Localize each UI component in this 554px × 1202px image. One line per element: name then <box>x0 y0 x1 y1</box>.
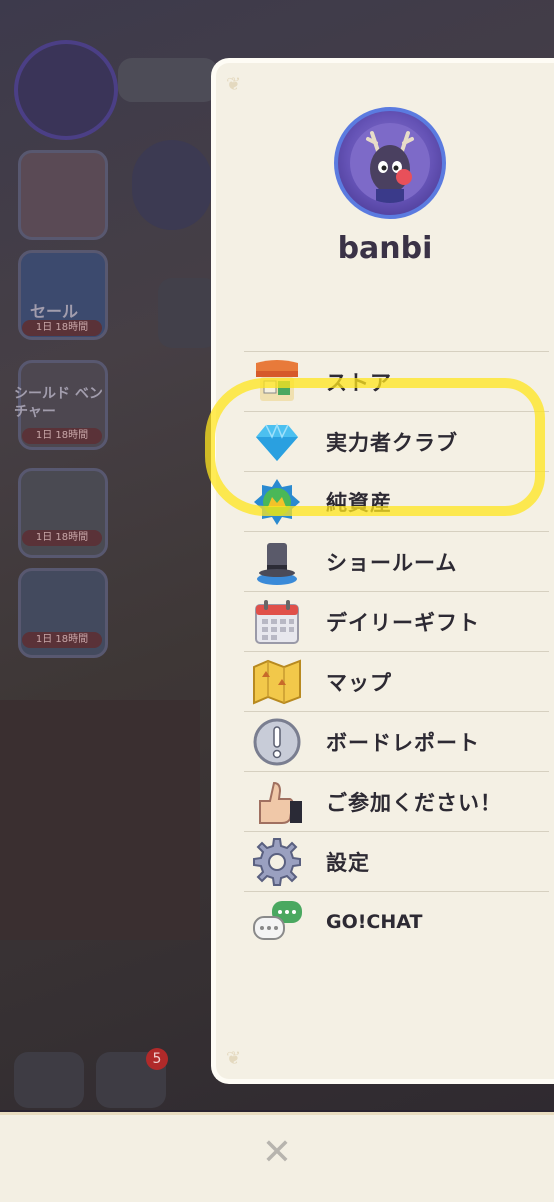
corner-ornament: ❦ <box>226 1048 242 1069</box>
menu-item-join-us[interactable]: ご参加ください！ <box>244 771 549 831</box>
menu-item-settings[interactable]: 設定 <box>244 831 549 891</box>
exclamation-icon <box>250 715 304 769</box>
menu-item-board-report-label: ボードレポート <box>326 730 480 755</box>
menu-item-showroom[interactable]: ショールーム <box>244 531 549 591</box>
menu-item-net-worth-label: 純資産 <box>326 490 392 515</box>
menu-item-board-report[interactable]: ボードレポート <box>244 711 549 771</box>
store-icon <box>250 355 304 409</box>
reindeer-avatar-icon <box>350 123 430 203</box>
menu-item-map[interactable]: マップ <box>244 651 549 711</box>
menu-item-join-us-label: ご参加ください！ <box>326 790 502 815</box>
building <box>0 700 200 940</box>
side-store-button[interactable] <box>18 150 108 240</box>
side-shield-venture-label: シールド ベンチャー <box>14 386 103 420</box>
menu-item-gochat[interactable]: GO!CHAT <box>244 891 549 951</box>
menu-item-settings-label: 設定 <box>326 850 370 875</box>
menu-item-store[interactable]: ストア <box>244 351 549 411</box>
notification-badge: 5 <box>146 1048 168 1070</box>
menu-item-high-roller-club-label: 実力者クラブ <box>326 430 458 455</box>
username: banbi <box>337 231 433 266</box>
corner-ornament: ❦ <box>226 74 242 95</box>
menu-item-gochat-label: GO!CHAT <box>326 910 423 933</box>
menu-item-store-label: ストア <box>326 370 392 395</box>
top-profile-badge <box>14 40 118 140</box>
diamond-icon <box>250 415 304 469</box>
menu-item-showroom-label: ショールーム <box>326 550 458 575</box>
thumbs-up-icon <box>250 775 304 829</box>
menu-list: ストア 実力者クラブ 純資産 ショールーム デイリーギフト マップ ボードレポー… <box>244 351 549 951</box>
board-tile <box>158 278 218 348</box>
side-sale-label: セール <box>30 302 79 321</box>
chat-bubbles-icon <box>250 895 304 949</box>
avatar[interactable] <box>334 107 446 219</box>
side-swap-timer: 1日 18時間 <box>22 632 102 648</box>
menu-item-daily-gift-label: デイリーギフト <box>326 610 480 635</box>
side-sale-timer: 1日 18時間 <box>22 320 102 336</box>
menu-item-net-worth[interactable]: 純資産 <box>244 471 549 531</box>
calendar-icon <box>250 595 304 649</box>
side-event-timer: 1日 18時間 <box>22 530 102 546</box>
side-menu-panel: ❦ ❦ banbi ストア 実力者クラブ 純資産 ショールーム デイリーギフト … <box>211 58 554 1084</box>
top-hat-icon <box>250 535 304 589</box>
close-icon[interactable]: ✕ <box>257 1133 297 1173</box>
bottom-bar: ✕ <box>0 1112 554 1202</box>
menu-item-map-label: マップ <box>326 670 392 695</box>
net-worth-badge-icon <box>250 475 304 529</box>
board-tile <box>132 140 212 230</box>
cash-bar <box>118 58 218 102</box>
menu-item-daily-gift[interactable]: デイリーギフト <box>244 591 549 651</box>
menu-item-high-roller-club[interactable]: 実力者クラブ <box>244 411 549 471</box>
gear-icon <box>250 835 304 889</box>
side-shield-venture-timer: 1日 18時間 <box>22 428 102 444</box>
bottom-tool-button[interactable] <box>14 1052 84 1108</box>
map-icon <box>250 655 304 709</box>
